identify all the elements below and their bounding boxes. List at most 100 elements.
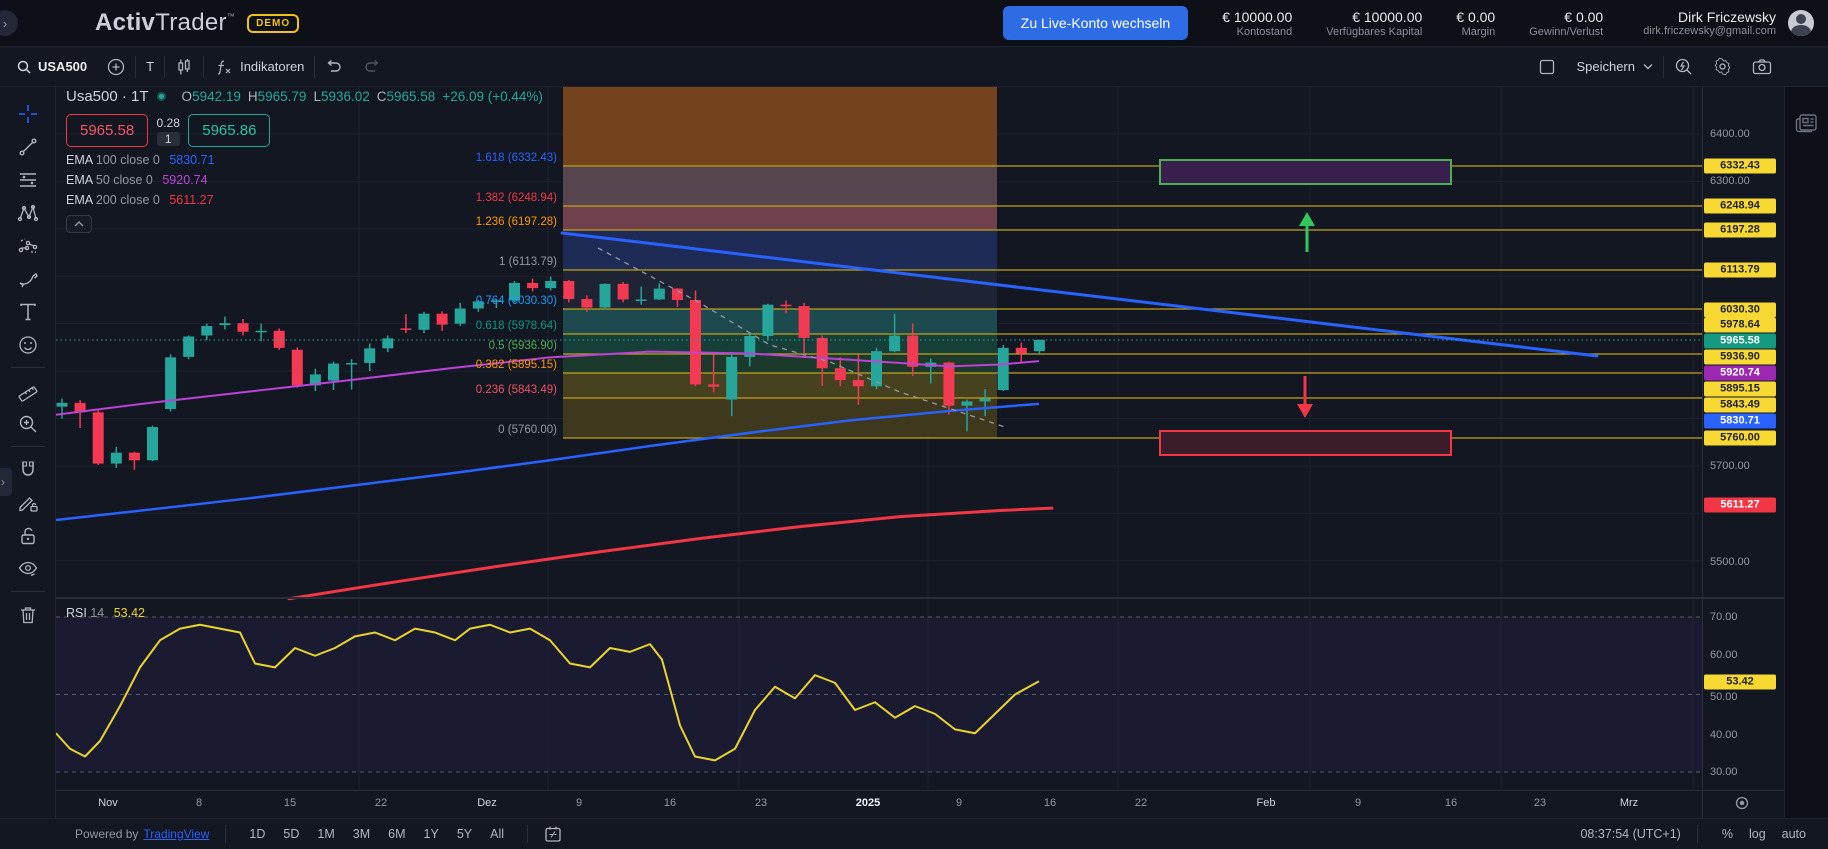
ema50-row[interactable]: EMA 50 close 0 5920.74 [66, 173, 543, 187]
buy-button[interactable]: 5965.86 [188, 114, 270, 147]
tool-lock-all[interactable] [9, 519, 47, 552]
ema200-value: 5611.27 [169, 193, 213, 207]
candle-body [563, 281, 574, 299]
fib-band [563, 334, 997, 354]
scale-settings-icon[interactable] [1734, 795, 1750, 811]
range-button-5y[interactable]: 5Y [450, 825, 479, 843]
avatar[interactable] [1788, 10, 1814, 36]
quantity-chip[interactable]: 1 [157, 132, 180, 146]
legend-collapse-button[interactable] [66, 215, 92, 233]
fib-band [563, 206, 997, 230]
candle-body [998, 348, 1009, 390]
zoom-in-icon [17, 413, 39, 435]
expand-left-panel-button[interactable]: › [0, 10, 18, 36]
sell-button[interactable]: 5965.58 [66, 114, 148, 147]
tool-crosshair[interactable] [9, 97, 47, 130]
settings-button[interactable] [1703, 57, 1742, 76]
log-scale-button[interactable]: log [1741, 825, 1774, 843]
watchlist-collapse-tab[interactable]: › [0, 468, 12, 496]
candle-body [256, 331, 267, 333]
save-layout-button[interactable]: Speichern [1566, 59, 1663, 74]
candle-body [943, 363, 954, 406]
tool-drawing-edit-lock[interactable] [9, 486, 47, 519]
undo-button[interactable] [315, 47, 353, 86]
candle-body [871, 351, 882, 386]
price-stop-box[interactable] [1160, 431, 1451, 455]
fib-band [563, 166, 997, 206]
tool-magnet[interactable] [9, 453, 47, 486]
candle-body [545, 281, 556, 288]
user-info[interactable]: Dirk Friczewsky dirk.friczewsky@gmail.co… [1643, 9, 1776, 37]
header: › ActivTrader™ DEMO Zu Live-Konto wechse… [0, 0, 1828, 47]
candles-icon [175, 58, 193, 76]
tool-forecast[interactable] [9, 229, 47, 262]
clock[interactable]: 08:37:54 (UTC+1) [1580, 827, 1680, 841]
candle-body [600, 284, 611, 308]
redo-button[interactable] [353, 47, 391, 86]
candle-body [201, 326, 212, 335]
candle-body [93, 412, 104, 463]
percent-scale-button[interactable]: % [1714, 825, 1741, 843]
undo-icon [325, 59, 343, 75]
chart-type-button[interactable] [165, 47, 203, 86]
compare-add-button[interactable] [97, 47, 135, 86]
range-button-1d[interactable]: 1D [242, 825, 272, 843]
candle-body [781, 305, 792, 307]
tool-zoom-in[interactable] [9, 407, 47, 440]
candle-body [111, 453, 122, 464]
tool-brush[interactable] [9, 262, 47, 295]
symbol-title[interactable]: Usa500 · 1T [66, 88, 149, 105]
candle-body [147, 427, 158, 460]
snapshot-button[interactable] [1742, 58, 1782, 75]
interval-button[interactable]: T [136, 47, 164, 86]
indicators-button[interactable]: Indikatoren [204, 47, 314, 86]
ruler-icon [17, 380, 39, 402]
tradingview-link[interactable]: TradingView [143, 827, 209, 841]
tool-text[interactable] [9, 295, 47, 328]
tool-hide-all-drawings[interactable] [9, 552, 47, 585]
symbol-search-button[interactable]: USA500 [6, 47, 97, 86]
range-button-3m[interactable]: 3M [346, 825, 377, 843]
tool-fib-retracement[interactable] [9, 163, 47, 196]
pane-divider[interactable] [56, 597, 1828, 599]
up-arrow-head [1299, 212, 1315, 226]
plus-circle-icon [107, 58, 125, 76]
rsi-value: 53.42 [114, 606, 145, 620]
trademark: ™ [227, 12, 235, 21]
date-range-switcher: 1D5D1M 3M6M 1Y5YAll [242, 825, 511, 843]
rsi-legend[interactable]: RSI 14 53.42 [66, 606, 145, 620]
ema100-row[interactable]: EMA 100 close 0 5830.71 [66, 153, 543, 167]
auto-scale-button[interactable]: auto [1774, 825, 1814, 843]
candle-body [491, 300, 502, 302]
candle-body [400, 328, 411, 330]
tool-xabcd-pattern[interactable] [9, 196, 47, 229]
candle-body [437, 314, 448, 325]
range-button-all[interactable]: All [483, 825, 511, 843]
price-target-box[interactable] [1160, 160, 1451, 184]
stat-kontostand: € 10000.00 Kontostand [1222, 9, 1292, 38]
candle-body [57, 403, 68, 407]
tool-remove-all[interactable] [9, 598, 47, 631]
range-button-5d[interactable]: 5D [276, 825, 306, 843]
crosshair-icon [17, 103, 39, 125]
candle-body [292, 350, 303, 386]
range-button-1m[interactable]: 1M [310, 825, 341, 843]
layout-select-button[interactable] [1528, 58, 1566, 76]
quick-search-button[interactable] [1664, 57, 1703, 76]
ema200-line[interactable] [289, 508, 1052, 599]
tool-ruler[interactable] [9, 374, 47, 407]
range-button-6m[interactable]: 6M [381, 825, 412, 843]
go-to-date-button[interactable] [544, 825, 562, 843]
candle-body [817, 338, 828, 368]
change-value: +26.09 (+0.44%) [442, 89, 543, 104]
switch-to-live-button[interactable]: Zu Live-Konto wechseln [1003, 6, 1188, 40]
ema200-row[interactable]: EMA 200 close 0 5611.27 [66, 193, 543, 207]
candle-body [419, 314, 430, 330]
range-button-1y[interactable]: 1Y [417, 825, 446, 843]
emoji-icon [17, 334, 39, 356]
price-axis-border [1702, 87, 1703, 818]
layout-square-icon [1538, 58, 1556, 76]
tool-trend-line[interactable] [9, 130, 47, 163]
news-widget-button[interactable] [1795, 112, 1819, 134]
tool-emoji[interactable] [9, 328, 47, 361]
